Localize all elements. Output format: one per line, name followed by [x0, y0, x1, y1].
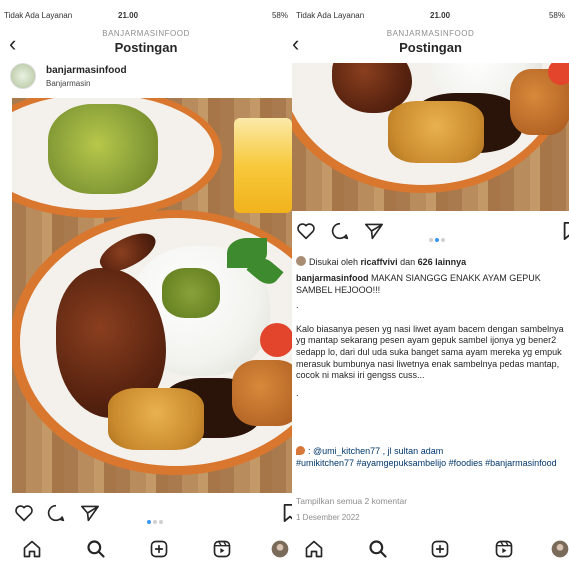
comment-icon[interactable]	[330, 222, 350, 245]
post-date: 1 Desember 2022	[296, 513, 360, 522]
liker-username[interactable]: ricaffvivi	[361, 257, 398, 267]
reels-icon[interactable]	[494, 539, 514, 562]
page-title: Postingan	[399, 40, 462, 55]
battery-percent: 58%	[271, 11, 288, 20]
battery-percent: 58%	[548, 11, 565, 20]
send-icon[interactable]	[364, 222, 384, 245]
profile-avatar-icon[interactable]	[550, 539, 569, 562]
reels-icon[interactable]	[212, 539, 232, 562]
carrier-text: Tidak Ada Layanan	[4, 11, 73, 20]
caption-dot: .	[296, 387, 299, 398]
search-icon[interactable]	[368, 539, 388, 562]
comment-icon[interactable]	[46, 504, 66, 527]
likes-others[interactable]: 626 lainnya	[418, 257, 467, 267]
heart-icon[interactable]	[14, 504, 34, 527]
location-mention[interactable]: : @umi_kitchen77 , jl sultan adam	[308, 446, 443, 456]
add-post-icon[interactable]	[430, 539, 450, 562]
profile-avatar-icon[interactable]	[270, 539, 290, 562]
likes-prefix: Disukai oleh	[309, 257, 359, 267]
home-icon[interactable]	[22, 539, 42, 562]
post-actions	[292, 222, 569, 244]
post-image[interactable]	[292, 63, 569, 211]
avatar[interactable]	[10, 63, 36, 89]
left-post-screen: Tidak Ada Layanan 21.00 58% ‹ BANJARMASI…	[0, 0, 292, 562]
bottom-nav	[0, 535, 292, 562]
header-username: BANJARMASINFOOD	[102, 29, 190, 38]
post-caption: banjarmasinfood MAKAN SIANGGG ENAKK AYAM…	[296, 273, 564, 399]
caption-tags: : @umi_kitchen77 , jl sultan adam #umiki…	[296, 446, 564, 469]
caption-dot: .	[296, 300, 299, 311]
post-image[interactable]	[12, 98, 292, 493]
bookmark-icon[interactable]	[562, 222, 569, 245]
bookmark-icon[interactable]	[282, 504, 292, 527]
likes-conj: dan	[400, 257, 416, 267]
author-location[interactable]: Banjarmasin	[46, 79, 90, 88]
clock-time: 21.00	[118, 11, 139, 20]
carrier-text: Tidak Ada Layanan	[296, 11, 365, 20]
add-post-icon[interactable]	[149, 539, 169, 562]
pin-icon	[296, 446, 305, 455]
post-actions	[0, 504, 292, 526]
status-bar: Tidak Ada Layanan 21.00 58%	[292, 0, 569, 30]
likes-summary[interactable]: Disukai oleh ricaffvivi dan 626 lainnya	[296, 256, 466, 267]
status-bar: Tidak Ada Layanan 21.00 58%	[0, 0, 292, 30]
bottom-nav	[292, 535, 569, 562]
carousel-indicator	[146, 511, 164, 529]
search-icon[interactable]	[86, 539, 106, 562]
clock-time: 21.00	[430, 11, 451, 20]
header-username: BANJARMASINFOOD	[386, 29, 475, 38]
author-username[interactable]: banjarmasinfood	[46, 65, 127, 76]
home-icon[interactable]	[304, 539, 324, 562]
send-icon[interactable]	[80, 504, 100, 527]
right-post-screen: Tidak Ada Layanan 21.00 58% ‹ BANJARMASI…	[292, 0, 569, 562]
liker-avatar	[296, 256, 306, 266]
caption-username[interactable]: banjarmasinfood	[296, 273, 369, 283]
hashtags[interactable]: #umikitchen77 #ayamgepuksambelijo #foodi…	[296, 458, 557, 468]
page-title: Postingan	[114, 40, 178, 55]
caption-body: Kalo biasanya pesen yg nasi liwet ayam b…	[296, 323, 564, 381]
carousel-indicator	[428, 229, 446, 247]
view-comments-link[interactable]: Tampilkan semua 2 komentar	[296, 496, 407, 506]
heart-icon[interactable]	[296, 222, 316, 245]
